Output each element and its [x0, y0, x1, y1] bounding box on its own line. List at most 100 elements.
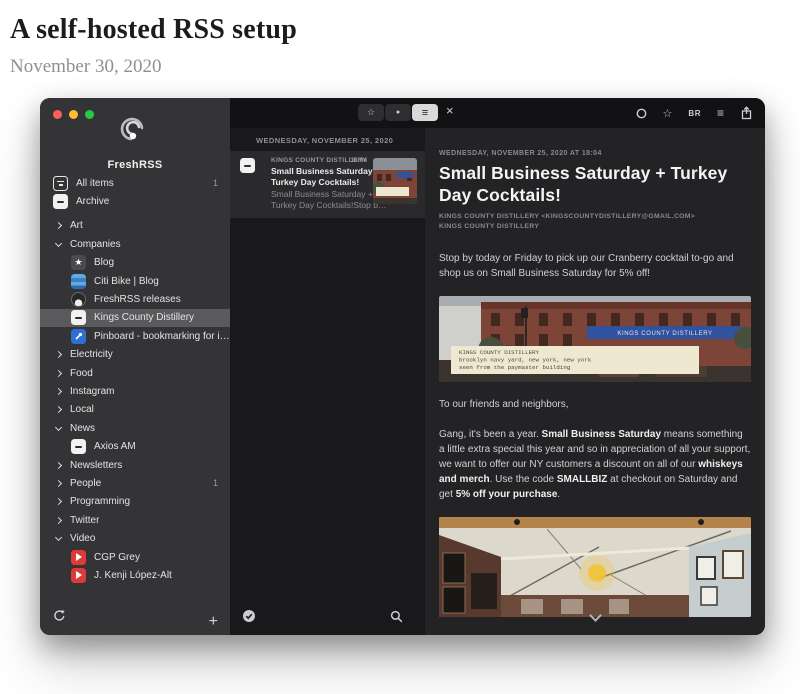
- refresh-button[interactable]: [53, 609, 66, 627]
- article-pane: WEDNESDAY, NOVEMBER 25, 2020 AT 18:04 Sm…: [425, 128, 765, 635]
- sidebar-folder-label: Newsletters: [70, 460, 122, 471]
- sidebar-folder-label: Programming: [70, 496, 130, 507]
- chevron-right-icon: [55, 462, 62, 469]
- sidebar-folder-art[interactable]: Art: [40, 217, 230, 235]
- appearance-button[interactable]: ≡: [717, 106, 724, 120]
- app-name: FreshRSS: [40, 159, 230, 171]
- sidebar-folder-label: Twitter: [70, 515, 99, 526]
- chevron-right-icon: [55, 406, 62, 413]
- filter-all-segment[interactable]: ≡: [412, 104, 438, 121]
- photo-caption-line2: brooklyn navy yard, new york, new york: [459, 356, 592, 363]
- sidebar-item-label: CGP Grey: [94, 552, 140, 563]
- sidebar-folder-label: Local: [70, 404, 94, 415]
- sidebar-item-blog[interactable]: ★ Blog: [40, 254, 230, 272]
- search-button[interactable]: [390, 610, 403, 628]
- youtube-feed-icon: [71, 568, 86, 583]
- filter-unread-segment[interactable]: ●: [385, 104, 411, 121]
- list-item-time: 18:04: [350, 157, 367, 164]
- building-banner-text: KINGS COUNTY DISTILLERY: [617, 331, 712, 337]
- youtube-feed-icon: [71, 550, 86, 565]
- sidebar-folder-label: People: [70, 478, 101, 489]
- pinboard-feed-icon: [71, 329, 86, 344]
- unread-dot-icon: ●: [396, 109, 400, 116]
- sidebar-item-kings-county-distillery[interactable]: Kings County Distillery: [40, 309, 230, 327]
- circle-icon: [636, 108, 647, 119]
- sidebar-item-label: J. Kenji López-Alt: [94, 570, 172, 581]
- sidebar-item-citi-bike[interactable]: Citi Bike | Blog: [40, 272, 230, 290]
- sidebar-item-label: FreshRSS releases: [94, 294, 181, 305]
- article-paragraph: Gang, it's been a year. Small Business S…: [439, 427, 751, 503]
- list-bottom-bar: [230, 607, 425, 635]
- reader-view-button[interactable]: BR: [688, 109, 701, 118]
- sidebar-folder-electricity[interactable]: Electricity: [40, 346, 230, 364]
- sidebar-item-label: Blog: [94, 257, 114, 268]
- chevron-down-icon: [55, 424, 62, 431]
- check-circle-icon: [242, 609, 256, 623]
- sidebar-item-archive[interactable]: Archive: [40, 192, 230, 210]
- sidebar-item-axios-am[interactable]: Axios AM: [40, 437, 230, 455]
- mark-unread-button[interactable]: [636, 108, 647, 119]
- bold-text-segment: Small Business Saturday: [542, 429, 662, 440]
- article-byline: KINGS COUNTY DISTILLERY <KINGSCOUNTYDIST…: [439, 212, 751, 232]
- sidebar-item-label: All items: [76, 178, 114, 189]
- share-button[interactable]: [740, 106, 753, 120]
- add-feed-button[interactable]: +: [209, 613, 218, 631]
- chevron-down-icon: [55, 240, 62, 247]
- scroll-down-chevron-icon[interactable]: [589, 609, 602, 622]
- sidebar-folder-label: Art: [70, 220, 83, 231]
- text-segment: Gang, it's been a year.: [439, 429, 542, 440]
- list-item[interactable]: KINGS COUNTY DISTILLERY Small Business S…: [230, 151, 425, 218]
- page-title: A self-hosted RSS setup: [10, 14, 800, 46]
- sidebar-folder-programming[interactable]: Programming: [40, 493, 230, 511]
- text-segment: .: [557, 489, 560, 500]
- sidebar-item-pinboard[interactable]: Pinboard - bookmarking for introverts: [40, 327, 230, 345]
- bold-text-segment: SMALLBIZ: [557, 474, 608, 485]
- chevron-right-icon: [55, 517, 62, 524]
- bold-text-segment: 5% off your purchase: [456, 489, 558, 500]
- distillery-exterior-photo[interactable]: KINGS COUNTY DISTILLERY KINGS COUNTY DIS…: [439, 296, 751, 382]
- filter-starred-segment[interactable]: ☆: [358, 104, 384, 121]
- all-items-icon: [53, 176, 68, 191]
- freshrss-logo-icon: [117, 114, 153, 150]
- unread-count: 1: [213, 478, 218, 488]
- sidebar-folder-label: Food: [70, 368, 93, 379]
- article-actions: ☆ BR ≡: [636, 98, 753, 128]
- text-segment: . Use the code: [490, 474, 557, 485]
- sidebar-folder-companies[interactable]: Companies: [40, 235, 230, 253]
- chevron-down-icon: [55, 534, 62, 541]
- close-article-button[interactable]: ×: [446, 103, 454, 118]
- sidebar-item-label: Archive: [76, 196, 109, 207]
- sidebar-item-freshrss-releases[interactable]: FreshRSS releases: [40, 290, 230, 308]
- article-meta: WEDNESDAY, NOVEMBER 25, 2020 AT 18:04: [439, 150, 751, 157]
- sidebar-item-kenji[interactable]: J. Kenji López-Alt: [40, 566, 230, 584]
- sidebar-item-label: Citi Bike | Blog: [94, 276, 159, 287]
- article-paragraph: To our friends and neighbors,: [439, 397, 751, 412]
- mark-all-read-button[interactable]: [242, 609, 256, 628]
- star-article-button[interactable]: ☆: [663, 107, 673, 120]
- sidebar-folder-newsletters[interactable]: Newsletters: [40, 456, 230, 474]
- sidebar-folder-label: Electricity: [70, 349, 113, 360]
- photo-caption-line1: KINGS COUNTY DISTILLERY: [459, 349, 540, 356]
- blog-feed-icon: ★: [71, 255, 86, 270]
- sidebar-item-label: Pinboard - bookmarking for introverts: [94, 331, 230, 342]
- chevron-right-icon: [55, 370, 62, 377]
- sidebar-folder-people[interactable]: People 1: [40, 474, 230, 492]
- sidebar-folder-news[interactable]: News: [40, 419, 230, 437]
- thumbnail-building-image: [373, 158, 417, 204]
- sidebar-folder-food[interactable]: Food: [40, 364, 230, 382]
- sidebar-item-cgp-grey[interactable]: CGP Grey: [40, 548, 230, 566]
- sidebar-item-all-items[interactable]: All items 1: [40, 174, 230, 192]
- distillery-interior-photo[interactable]: [439, 517, 751, 617]
- star-icon: ☆: [367, 107, 375, 118]
- kings-county-feed-icon: [71, 310, 86, 325]
- search-icon: [390, 610, 403, 623]
- sidebar-folder-label: Companies: [70, 239, 121, 250]
- sidebar-folder-twitter[interactable]: Twitter: [40, 511, 230, 529]
- sidebar-folder-instagram[interactable]: Instagram: [40, 382, 230, 400]
- article-list-pane: WEDNESDAY, NOVEMBER 25, 2020 KINGS COUNT…: [230, 128, 425, 635]
- sidebar-folder-video[interactable]: Video: [40, 529, 230, 547]
- view-filter-segmented-control: ☆ ● ≡: [358, 104, 438, 121]
- sidebar-folder-local[interactable]: Local: [40, 401, 230, 419]
- sidebar-folder-label: News: [70, 423, 95, 434]
- sidebar-item-label: Kings County Distillery: [94, 312, 194, 323]
